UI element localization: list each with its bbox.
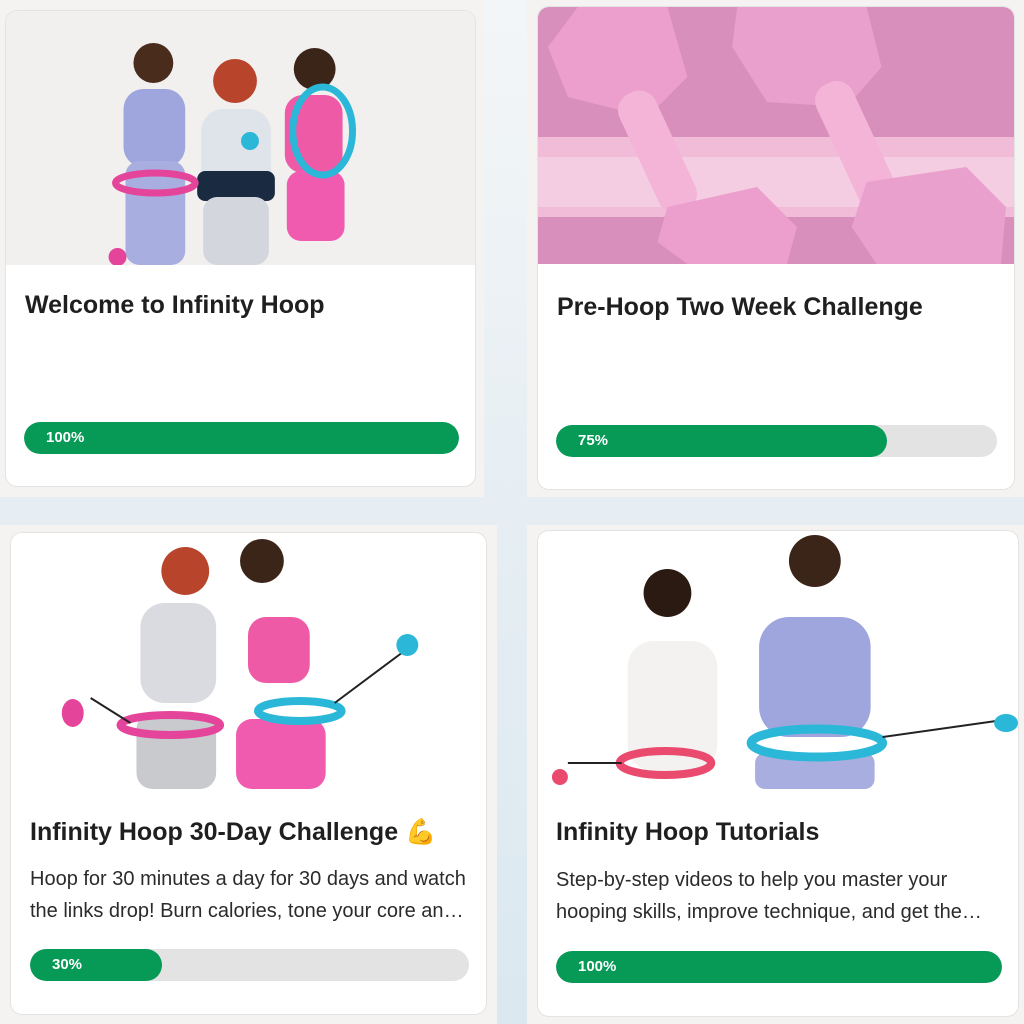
progress-bar: 75% xyxy=(556,425,997,457)
progress-fill: 30% xyxy=(30,949,162,981)
course-card-welcome[interactable]: Welcome to Infinity Hoop 100% xyxy=(5,10,476,487)
progress-bar: 30% xyxy=(30,949,469,981)
course-title: Infinity Hoop Tutorials xyxy=(556,818,820,846)
course-thumbnail xyxy=(6,11,475,265)
progress-label: 75% xyxy=(578,432,609,449)
progress-label: 100% xyxy=(46,429,85,446)
course-description: Hoop for 30 minutes a day for 30 days an… xyxy=(30,868,466,922)
progress-bar: 100% xyxy=(556,951,1002,983)
progress-bar: 100% xyxy=(24,422,459,454)
progress-fill: 75% xyxy=(556,425,887,457)
progress-label: 30% xyxy=(52,956,83,973)
course-title: Welcome to Infinity Hoop xyxy=(25,291,325,319)
progress-fill: 100% xyxy=(24,422,459,454)
course-card-tutorials[interactable]: Infinity Hoop Tutorials Step-by-step vid… xyxy=(537,530,1019,1017)
course-description: Step-by-step videos to help you master y… xyxy=(556,869,962,923)
course-card-30-day[interactable]: Infinity Hoop 30-Day Challenge 💪 Hoop fo… xyxy=(10,532,487,1015)
progress-fill: 100% xyxy=(556,951,1002,983)
course-title: Pre-Hoop Two Week Challenge xyxy=(557,293,923,321)
course-thumbnail xyxy=(538,7,1014,264)
progress-label: 100% xyxy=(578,958,617,975)
course-title: Infinity Hoop 30-Day Challenge 💪 xyxy=(30,818,437,846)
course-thumbnail xyxy=(538,531,1018,789)
course-thumbnail xyxy=(11,533,486,789)
course-card-pre-hoop[interactable]: Pre-Hoop Two Week Challenge 75% xyxy=(537,6,1015,490)
